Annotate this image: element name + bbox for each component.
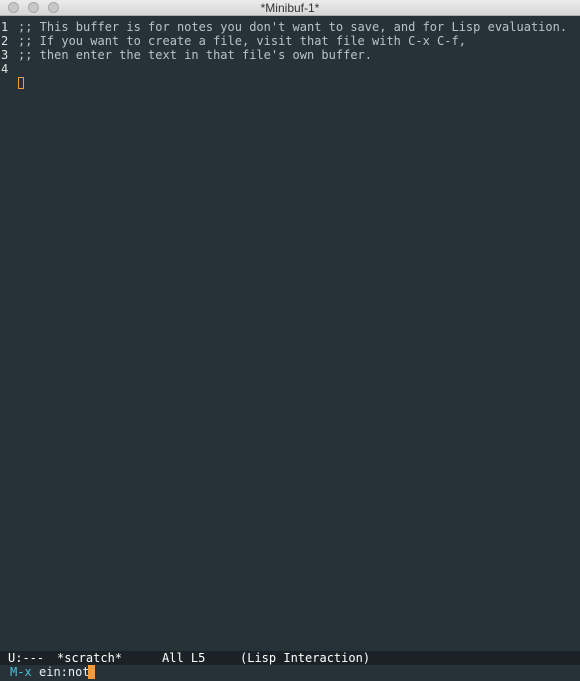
buffer-line: 1 ;; This buffer is for notes you don't … xyxy=(0,20,580,34)
emacs-window: *Minibuf-1* 1 ;; This buffer is for note… xyxy=(0,0,580,681)
buffer-line-text: ;; If you want to create a file, visit t… xyxy=(18,34,466,48)
line-number: 4 xyxy=(1,62,9,76)
buffer-line: 3 ;; then enter the text in that file's … xyxy=(0,48,580,62)
mode-line: U:--- *scratch* All L5 (Lisp Interaction… xyxy=(0,651,580,665)
window-title: *Minibuf-1* xyxy=(260,1,320,15)
line-number: 3 xyxy=(1,48,9,62)
minibuffer-prompt: M-x xyxy=(10,665,32,679)
buffer-line: 4 xyxy=(0,62,580,76)
buffer-line: 2 ;; If you want to create a file, visit… xyxy=(0,34,580,48)
buffer-line-text: ;; then enter the text in that file's ow… xyxy=(18,48,373,62)
modeline-major-mode[interactable]: (Lisp Interaction) xyxy=(240,651,370,665)
buffer-cursor xyxy=(18,77,24,89)
minibuffer[interactable]: M-x ein:not xyxy=(0,665,580,681)
minibuffer-cursor xyxy=(88,665,95,679)
buffer-line-text: ;; This buffer is for notes you don't wa… xyxy=(18,20,568,34)
modeline-position: All L5 xyxy=(162,651,206,665)
line-number: 1 xyxy=(1,20,9,34)
modeline-buffer-name[interactable]: *scratch* xyxy=(57,651,122,665)
title-bar: *Minibuf-1* xyxy=(0,0,580,16)
modeline-status: U:--- xyxy=(8,651,45,665)
line-number: 2 xyxy=(1,34,9,48)
scratch-buffer-text-area[interactable]: 1 ;; This buffer is for notes you don't … xyxy=(0,20,580,650)
minibuffer-input[interactable]: ein:not xyxy=(39,665,90,679)
